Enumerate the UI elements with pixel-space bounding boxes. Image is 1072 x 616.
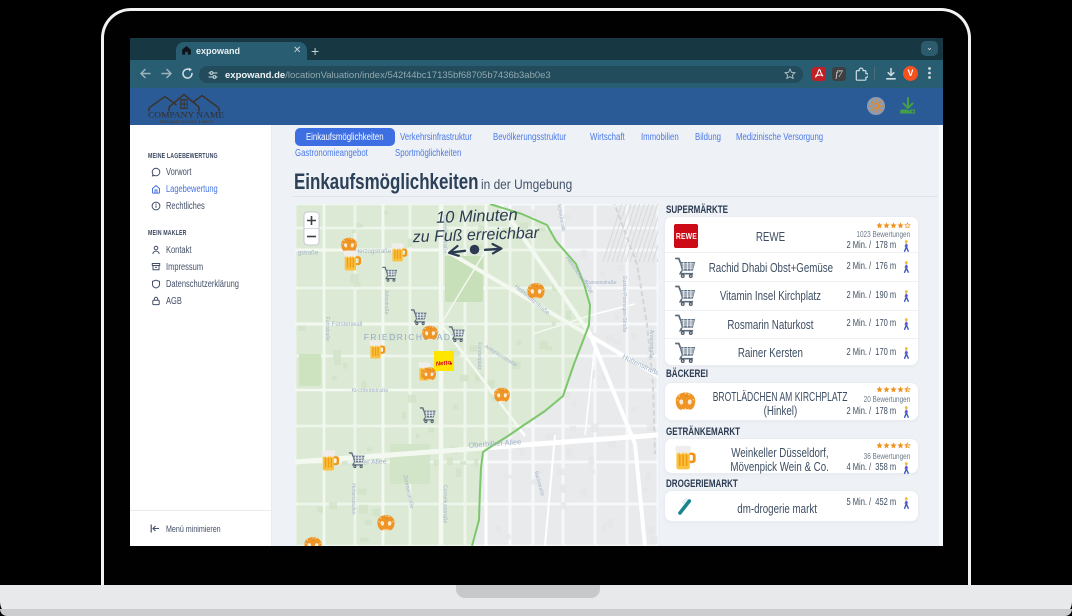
svg-text:Herzogstraße: Herzogstraße bbox=[355, 249, 392, 255]
svg-text:Slogan Goes Here: Slogan Goes Here bbox=[159, 119, 214, 124]
svg-text:10 Minuten: 10 Minuten bbox=[436, 206, 518, 227]
svg-text:Hohenstaufen: Hohenstaufen bbox=[350, 483, 356, 514]
svg-text:Fürstenplatz: Fürstenplatz bbox=[476, 342, 482, 370]
svg-text:Bunsenstraße: Bunsenstraße bbox=[585, 280, 616, 286]
svg-text:Arministraße: Arministraße bbox=[648, 330, 654, 359]
svg-text:er Allee: er Allee bbox=[363, 458, 387, 466]
svg-text:Kirchfeldstraße: Kirchfeldstraße bbox=[352, 388, 389, 394]
svg-text:Fürstenwall: Fürstenwall bbox=[332, 322, 363, 328]
svg-text:gstraße: gstraße bbox=[298, 251, 319, 257]
svg-text:Corneliusstraße: Corneliusstraße bbox=[442, 485, 448, 524]
svg-text:Jahnstraße: Jahnstraße bbox=[383, 289, 389, 314]
svg-text:Gustav-Poensgen-Straße: Gustav-Poensgen-Straße bbox=[621, 276, 627, 333]
svg-text:Fahrstraße: Fahrstraße bbox=[324, 317, 330, 342]
